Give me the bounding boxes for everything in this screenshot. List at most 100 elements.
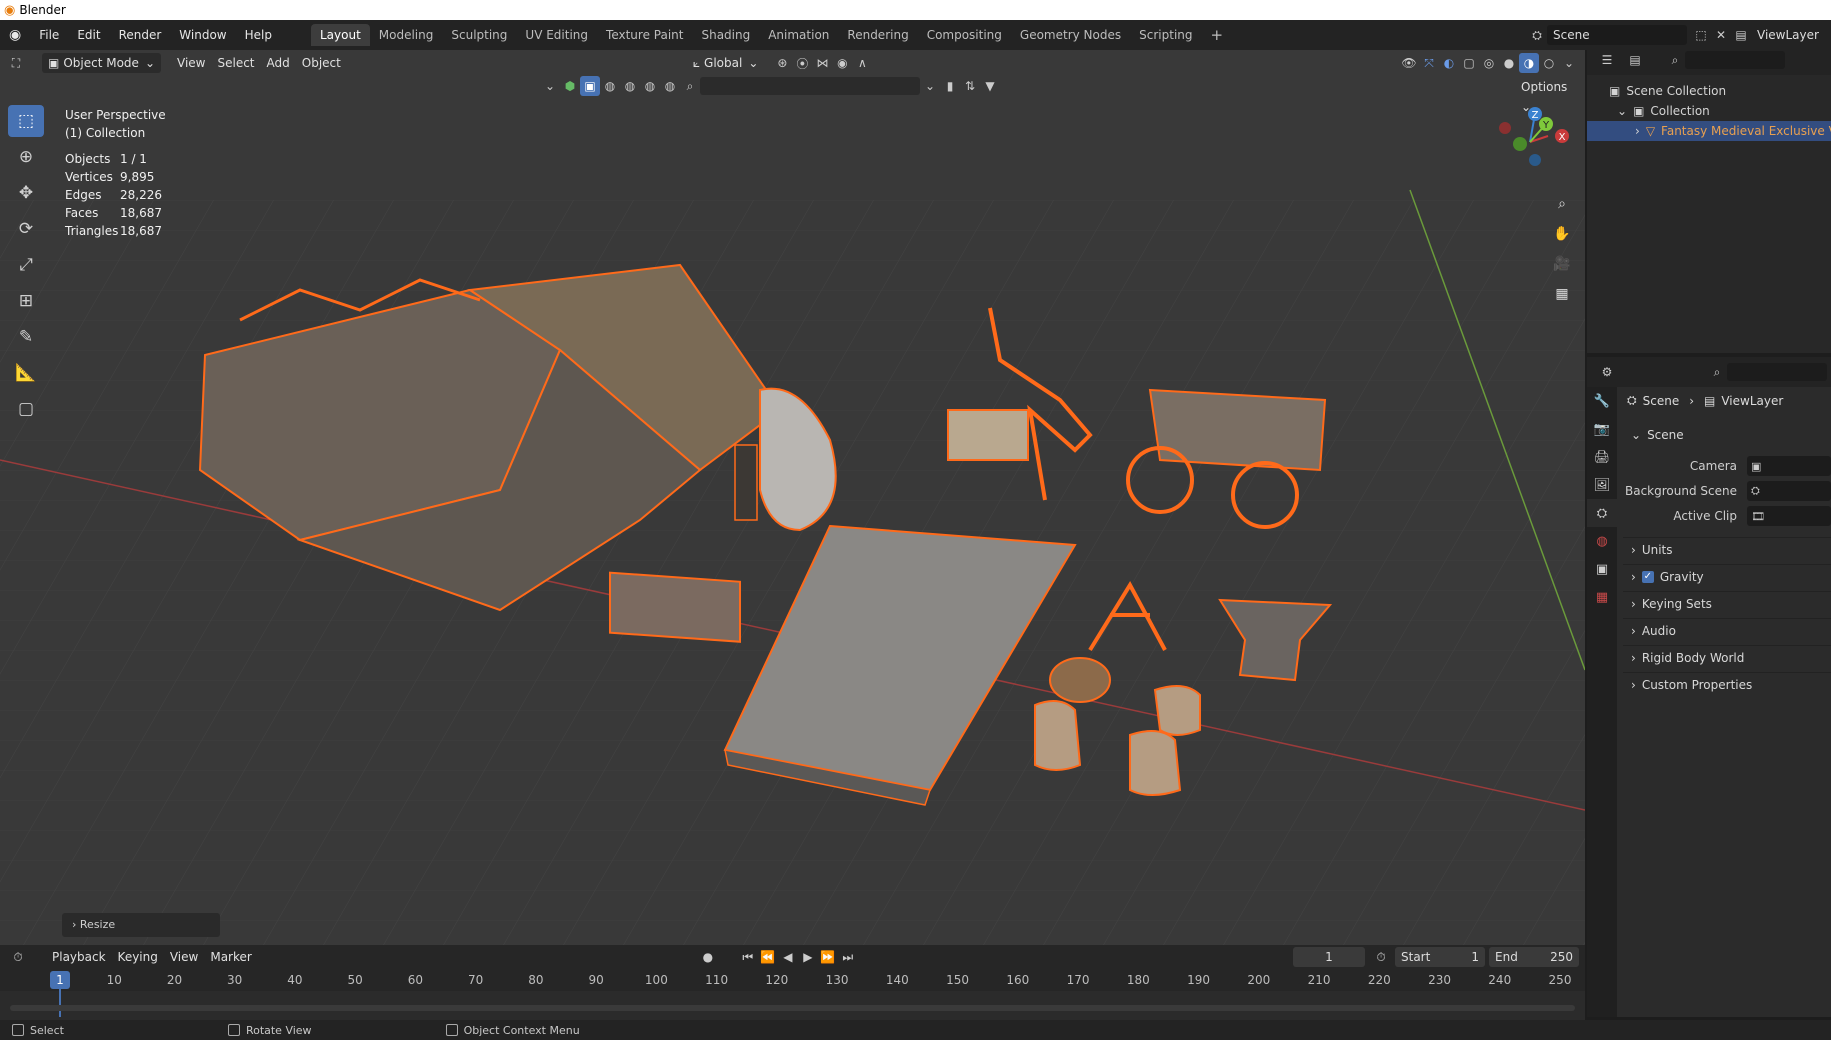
3d-viewport[interactable]: ⛶ ▣ Object Mode ⌄ View Select Add Object… <box>0 50 1585 945</box>
output-tab-icon[interactable]: 🖨 <box>1587 443 1617 471</box>
material-shading-icon[interactable]: ◑ <box>1519 53 1539 73</box>
collection-item[interactable]: ⌄ ▣ Collection <box>1609 101 1831 121</box>
cursor-tool-icon[interactable]: ⊕ <box>8 141 44 173</box>
menu-help[interactable]: Help <box>236 24 281 46</box>
end-frame-field[interactable]: End 250 <box>1489 947 1579 967</box>
menu-marker[interactable]: Marker <box>204 947 257 967</box>
timeline-editor-icon[interactable]: ⏱ <box>8 947 28 967</box>
custom-properties-panel[interactable]: › Custom Properties <box>1623 672 1831 696</box>
annotate-tool-icon[interactable]: ✎ <box>8 321 44 353</box>
menu-playback[interactable]: Playback <box>46 947 112 967</box>
transform-orientation-dropdown[interactable]: ⟀ Global ⌄ <box>687 53 765 73</box>
tab-animation[interactable]: Animation <box>759 24 838 46</box>
scene-icon[interactable]: ⛭ <box>1527 25 1547 45</box>
stopwatch-icon[interactable]: ⏱ <box>1371 947 1391 967</box>
view-layer-icon[interactable]: ▤ <box>1731 25 1751 45</box>
proportional-edit-icon[interactable]: ◉ <box>832 53 852 73</box>
view-layer-selector[interactable]: ViewLayer <box>1751 25 1831 45</box>
wireframe-shading-icon[interactable]: ◎ <box>1479 53 1499 73</box>
jump-next-keyframe-icon[interactable]: ⏩ <box>818 947 838 967</box>
select-mode-4-icon[interactable]: ◍ <box>660 76 680 96</box>
sort-icon[interactable]: ⇅ <box>960 76 980 96</box>
audio-panel[interactable]: › Audio <box>1623 618 1831 642</box>
play-icon[interactable]: ▶ <box>798 947 818 967</box>
shading-options-icon[interactable]: ⌄ <box>1559 53 1579 73</box>
tab-scripting[interactable]: Scripting <box>1130 24 1201 46</box>
scene-collection-item[interactable]: ▣ Scene Collection <box>1609 81 1831 101</box>
overlay-toggle-icon[interactable]: ◐ <box>1439 53 1459 73</box>
snap-target-icon[interactable]: ⋈ <box>812 53 832 73</box>
character-model[interactable] <box>734 444 758 521</box>
options-dropdown[interactable]: Options ⌄ <box>1515 77 1585 114</box>
scene-panel-header[interactable]: ⌄ Scene <box>1623 423 1831 447</box>
menu-object[interactable]: Object <box>296 53 347 73</box>
units-panel[interactable]: › Units <box>1623 537 1831 561</box>
rotate-tool-icon[interactable]: ⟳ <box>8 213 44 245</box>
pin-icon[interactable]: ⬚ <box>1691 25 1711 45</box>
menu-keying[interactable]: Keying <box>112 947 164 967</box>
mode-dropdown[interactable]: ▣ Object Mode ⌄ <box>42 53 161 73</box>
rigid-body-world-panel[interactable]: › Rigid Body World <box>1623 645 1831 669</box>
menu-view[interactable]: View <box>171 53 211 73</box>
gizmo-toggle-icon[interactable]: ⤧ <box>1419 53 1439 73</box>
tab-shading[interactable]: Shading <box>692 24 759 46</box>
texture-tab-icon[interactable]: ▦ <box>1587 583 1617 611</box>
menu-window[interactable]: Window <box>170 24 235 46</box>
search-icon[interactable]: ⌕ <box>1665 50 1685 70</box>
visibility-icon[interactable]: 👁 <box>1399 53 1419 73</box>
pivot-icon[interactable]: ⊛ <box>772 53 792 73</box>
menu-render[interactable]: Render <box>110 24 171 46</box>
scene-tab-icon[interactable]: ⛭ <box>1587 499 1617 527</box>
jump-prev-keyframe-icon[interactable]: ⏪ <box>758 947 778 967</box>
menu-file[interactable]: File <box>30 24 68 46</box>
playhead[interactable]: 1 <box>50 971 70 989</box>
tool-tab-icon[interactable]: 🔧 <box>1587 387 1617 415</box>
transform-tool-icon[interactable]: ⊞ <box>8 285 44 317</box>
forge-model[interactable] <box>609 571 741 643</box>
menu-select[interactable]: Select <box>211 53 260 73</box>
camera-icon[interactable]: 🎥 <box>1550 252 1574 276</box>
chevron-down-icon[interactable]: ⌄ <box>540 76 560 96</box>
falloff-icon[interactable]: ∧ <box>852 53 872 73</box>
add-cube-tool-icon[interactable]: ▢ <box>8 393 44 425</box>
background-scene-field[interactable]: ⛭ <box>1747 481 1831 501</box>
scene-selector[interactable]: Scene <box>1547 25 1687 45</box>
tab-layout[interactable]: Layout <box>310 24 370 46</box>
grid-view-icon[interactable]: ▦ <box>1550 282 1574 306</box>
jump-end-icon[interactable]: ⏭ <box>838 947 858 967</box>
expand-icon[interactable]: ⌄ <box>1617 101 1627 121</box>
active-clip-field[interactable]: 🎞 <box>1747 506 1831 526</box>
menu-edit[interactable]: Edit <box>68 24 109 46</box>
solid-shading-icon[interactable]: ● <box>1499 53 1519 73</box>
snap-icon[interactable]: ⦿ <box>792 53 812 73</box>
gravity-checkbox[interactable]: ✓ <box>1641 570 1654 583</box>
add-workspace-icon[interactable]: + <box>1202 24 1233 46</box>
timeline-scrollbar[interactable] <box>10 1005 1575 1011</box>
gravity-panel[interactable]: › ✓ Gravity <box>1623 564 1831 588</box>
object-filter-icon[interactable]: ⬢ <box>560 76 580 96</box>
view-layer-tab-icon[interactable]: 🖼 <box>1587 471 1617 499</box>
start-frame-field[interactable]: Start 1 <box>1395 947 1485 967</box>
record-icon[interactable]: ● <box>698 947 718 967</box>
properties-editor-icon[interactable]: ⚙ <box>1597 362 1617 382</box>
expand-icon[interactable]: › <box>1635 121 1640 141</box>
select-mode-3-icon[interactable]: ◍ <box>640 76 660 96</box>
tab-texture-paint[interactable]: Texture Paint <box>597 24 692 46</box>
menu-timeline-view[interactable]: View <box>164 947 204 967</box>
display-mode-icon[interactable]: ▤ <box>1625 50 1645 70</box>
jump-start-icon[interactable]: ⏮ <box>738 947 758 967</box>
move-tool-icon[interactable]: ✥ <box>8 177 44 209</box>
tab-uv-editing[interactable]: UV Editing <box>516 24 597 46</box>
select-box-tool-icon[interactable]: ⬚ <box>8 105 44 137</box>
tab-rendering[interactable]: Rendering <box>838 24 917 46</box>
scale-tool-icon[interactable]: ⤢ <box>8 249 44 281</box>
tab-geometry-nodes[interactable]: Geometry Nodes <box>1011 24 1130 46</box>
last-operator-panel[interactable]: › Resize <box>62 913 220 937</box>
tab-compositing[interactable]: Compositing <box>918 24 1011 46</box>
outliner-editor-icon[interactable]: ☰ <box>1597 50 1617 70</box>
menu-add[interactable]: Add <box>261 53 296 73</box>
tab-modeling[interactable]: Modeling <box>370 24 443 46</box>
current-frame-field[interactable]: 1 <box>1293 947 1365 967</box>
render-tab-icon[interactable]: 📷 <box>1587 415 1617 443</box>
editor-type-icon[interactable]: ⛶ <box>6 53 26 73</box>
